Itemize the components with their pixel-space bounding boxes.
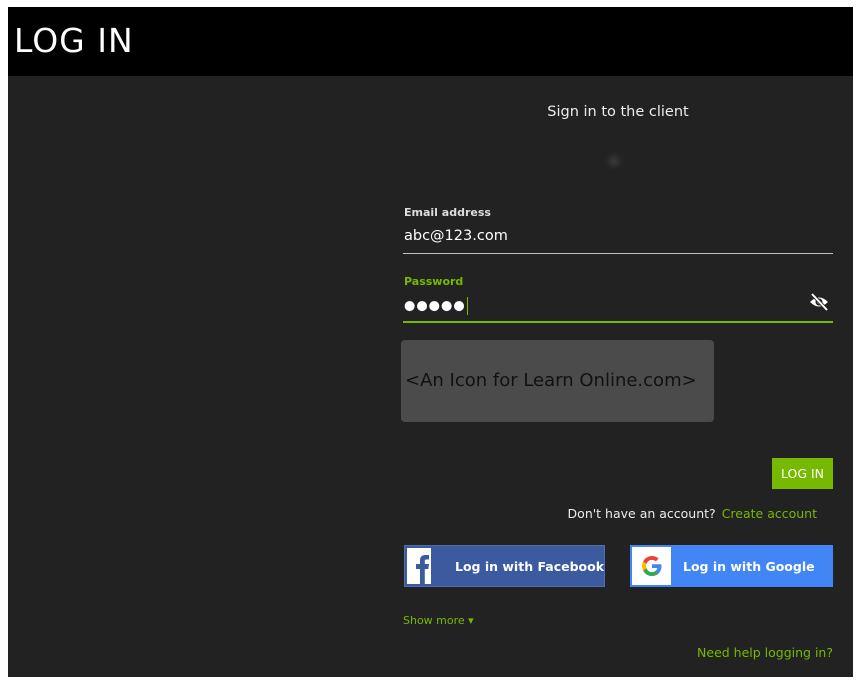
login-window: LOG IN Sign in to the client Email addre… xyxy=(8,7,853,677)
eye-slash-icon[interactable] xyxy=(808,292,830,312)
facebook-login-label: Log in with Facebook xyxy=(455,558,605,574)
loading-indicator-icon xyxy=(603,150,625,172)
sign-in-subtitle: Sign in to the client xyxy=(547,104,689,120)
google-icon xyxy=(632,547,671,585)
page-title: LOG IN xyxy=(14,21,134,60)
login-button[interactable]: LOG IN xyxy=(772,458,833,489)
signup-line: Don't have an account? Create account xyxy=(568,506,817,521)
password-underline xyxy=(403,321,833,323)
signup-prompt: Don't have an account? xyxy=(567,506,716,521)
header-bar: LOG IN xyxy=(8,7,853,76)
google-login-label: Log in with Google xyxy=(683,558,815,574)
password-field[interactable]: ●●●●● xyxy=(404,297,468,315)
ad-placeholder: <An Icon for Learn Online.com> xyxy=(401,340,714,422)
email-label: Email address xyxy=(404,206,491,219)
create-account-link[interactable]: Create account xyxy=(722,506,817,521)
help-link[interactable]: Need help logging in? xyxy=(697,645,833,660)
password-label: Password xyxy=(404,275,464,288)
google-login-button[interactable]: Log in with Google xyxy=(630,545,833,587)
text-caret xyxy=(466,297,468,315)
email-field[interactable]: abc@123.com xyxy=(404,228,508,244)
facebook-login-button[interactable]: Log in with Facebook xyxy=(404,545,605,587)
facebook-icon xyxy=(407,548,431,584)
password-mask: ●●●●● xyxy=(404,298,466,314)
show-more-link[interactable]: Show more ▾ xyxy=(403,614,474,627)
email-underline xyxy=(403,253,833,254)
